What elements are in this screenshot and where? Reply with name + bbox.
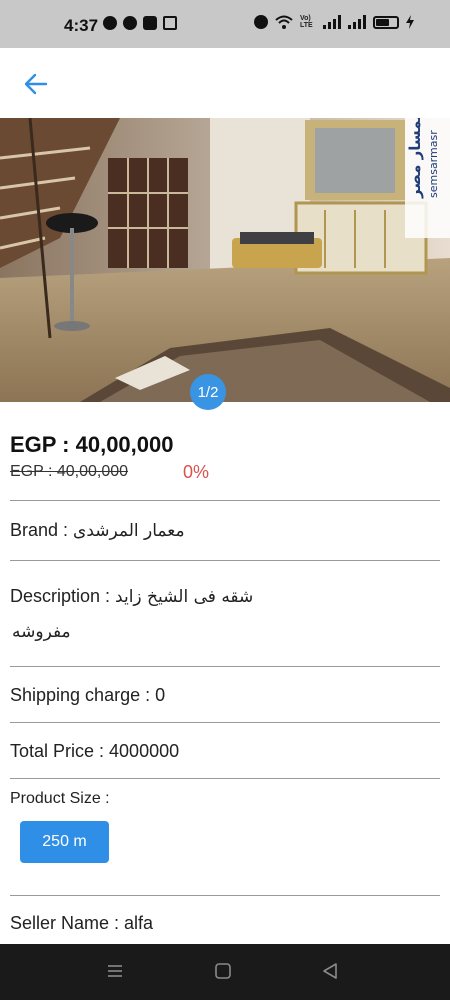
facebook-icon — [103, 16, 117, 30]
wifi-icon — [275, 15, 293, 29]
description-row: Description : شقه فى الشيخ زايد — [10, 586, 253, 607]
divider — [10, 778, 440, 779]
system-navigation-bar — [0, 944, 450, 1000]
gmail-icon — [163, 16, 177, 30]
discount-percent: 0% — [183, 462, 210, 482]
notification-icons — [103, 16, 177, 30]
app-icon — [123, 16, 137, 30]
signal-icon — [348, 15, 366, 29]
volte-icon: Vo) LTE — [300, 15, 313, 29]
product-price: EGP : 40,00,000 — [10, 432, 174, 457]
description-continued: مفروشه — [12, 622, 71, 642]
total-price: Total Price : 4000000 — [10, 741, 180, 761]
back-nav-icon[interactable] — [322, 962, 338, 980]
brand-label: Brand : — [10, 520, 74, 540]
home-icon[interactable] — [214, 962, 232, 980]
watermark-latin: semsarmasr — [427, 130, 440, 198]
brand-value: معمار المرشدى — [73, 521, 185, 541]
product-photo: سمسار مصر semsarmasr — [0, 118, 450, 402]
original-price: EGP : 40,00,000 — [10, 463, 129, 480]
system-icons: Vo) LTE — [254, 15, 414, 29]
back-button[interactable] — [18, 68, 54, 100]
app-bar — [0, 48, 450, 118]
seller-name: Seller Name : alfa — [10, 913, 154, 933]
brand-row: Brand : معمار المرشدى — [10, 520, 185, 541]
size-option-button[interactable]: 250 m — [20, 821, 109, 863]
status-bar: 4:37 Vo) LTE — [0, 0, 450, 48]
image-page-indicator[interactable]: 1/2 — [190, 374, 226, 410]
product-image-gallery[interactable]: سمسار مصر semsarmasr — [0, 118, 450, 402]
alarm-icon — [254, 15, 268, 29]
divider — [10, 666, 440, 667]
signal-icon — [323, 15, 341, 29]
charging-icon — [406, 15, 414, 29]
status-time: 4:37 — [64, 16, 99, 35]
battery-icon — [373, 15, 399, 29]
divider — [10, 722, 440, 723]
description-value: شقه فى الشيخ زايد — [115, 587, 254, 607]
grammarly-icon — [143, 16, 157, 30]
description-label: Description : — [10, 586, 116, 606]
recent-apps-icon[interactable] — [106, 962, 124, 980]
divider — [10, 500, 440, 501]
shipping-charge: Shipping charge : 0 — [10, 685, 166, 705]
divider — [10, 560, 440, 561]
product-size-label: Product Size : — [10, 790, 110, 807]
arrow-left-icon — [24, 73, 48, 95]
watermark-logo: سمسار مصر — [406, 118, 424, 199]
divider — [10, 895, 440, 896]
